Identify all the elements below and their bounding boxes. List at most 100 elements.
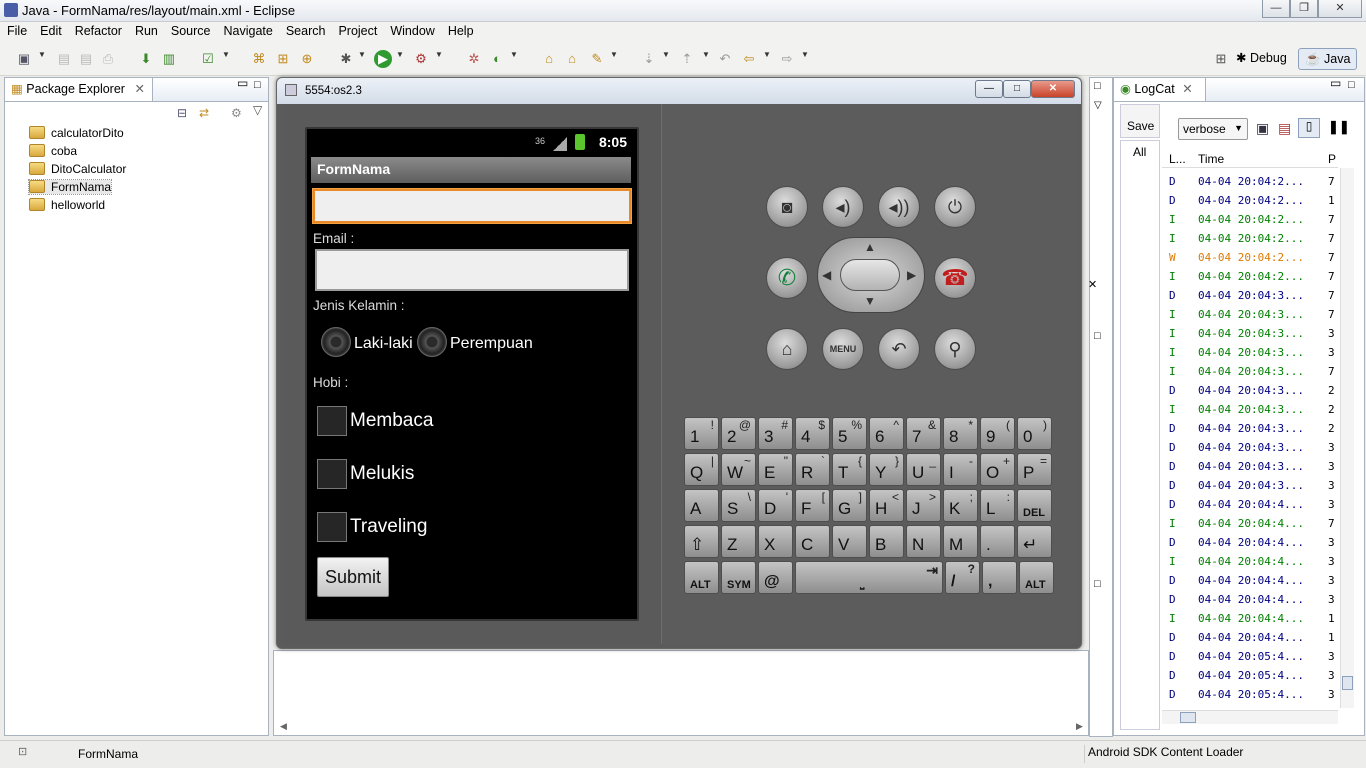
maximize-button[interactable]: ❐ xyxy=(1290,0,1318,18)
fast-view-icon[interactable]: ⊡ xyxy=(18,745,27,758)
call-button[interactable]: ✆ xyxy=(766,257,808,299)
menu-project[interactable]: Project xyxy=(331,22,383,38)
log-row[interactable]: I 04-04 20:04:3... 3 xyxy=(1162,324,1338,343)
close-icon[interactable]: ✕ xyxy=(1088,278,1097,291)
view-menu-icon[interactable]: ⚙ xyxy=(231,106,242,120)
key-3-2[interactable]: F[ xyxy=(795,489,830,522)
key-7-2[interactable]: K; xyxy=(943,489,978,522)
dpad-left-icon[interactable]: ◀ xyxy=(822,268,831,282)
new-package-icon[interactable]: ⊞ xyxy=(274,50,292,68)
key-7-0[interactable]: 8 * xyxy=(943,417,978,450)
dpad-down-icon[interactable]: ▼ xyxy=(864,294,876,308)
log-row[interactable]: I 04-04 20:04:3... 2 xyxy=(1162,400,1338,419)
new-java-project-icon[interactable]: ✲ xyxy=(465,50,483,68)
log-row[interactable]: D 04-04 20:04:3... 2 xyxy=(1162,419,1338,438)
log-row[interactable]: D 04-04 20:04:3... 3 xyxy=(1162,457,1338,476)
radio-perempuan[interactable] xyxy=(417,327,447,357)
scrollbar-thumb[interactable] xyxy=(1342,676,1353,690)
external-tools-icon[interactable]: ⚙ xyxy=(412,50,430,68)
key-5-1[interactable]: Y} xyxy=(869,453,904,486)
hscroll-thumb[interactable] xyxy=(1180,712,1196,723)
power-button[interactable]: ⏻ xyxy=(934,186,976,228)
log-row[interactable]: I 04-04 20:04:4... 1 xyxy=(1162,609,1338,628)
checkbox-melukis[interactable] xyxy=(317,459,347,489)
collapse-all-icon[interactable]: ⊟ xyxy=(177,106,187,120)
emulator-maximize-button[interactable]: □ xyxy=(1003,80,1031,98)
sdk-manager-icon[interactable]: ⬇ xyxy=(137,50,155,68)
minimize-view-icon[interactable]: ▭ xyxy=(1330,76,1341,90)
scroll-left-icon[interactable]: ◀ xyxy=(280,721,287,732)
menu-source[interactable]: Source xyxy=(164,22,217,38)
menu-button[interactable]: MENU xyxy=(822,328,864,370)
open-type-icon[interactable]: ⌘ xyxy=(250,50,268,68)
key-4-3[interactable]: V xyxy=(832,525,867,558)
next-annotation-icon[interactable]: ⇣ xyxy=(640,50,658,68)
close-button[interactable]: ✕ xyxy=(1318,0,1362,18)
search-button[interactable]: ⚲ xyxy=(934,328,976,370)
column-level[interactable]: L... xyxy=(1169,152,1186,166)
key-slash[interactable]: /? xyxy=(945,561,980,594)
log-row[interactable]: W 04-04 20:04:2... 7 xyxy=(1162,248,1338,267)
last-edit-icon[interactable]: ↶ xyxy=(716,50,734,68)
toggle-filters-icon[interactable]: ▯ xyxy=(1298,118,1320,138)
key-6-3[interactable]: N xyxy=(906,525,941,558)
log-row[interactable]: D 04-04 20:05:4... 3 xyxy=(1162,647,1338,666)
key-0-0[interactable]: 1! xyxy=(684,417,719,450)
key-1-0[interactable]: 2 @ xyxy=(721,417,756,450)
key-comma[interactable]: , xyxy=(982,561,1017,594)
new-icon[interactable]: ▣ xyxy=(15,50,33,68)
open-folder-icon[interactable]: ⌂ xyxy=(540,50,558,68)
log-row[interactable]: I 04-04 20:04:2... 7 xyxy=(1162,229,1338,248)
radio-laki-laki[interactable] xyxy=(321,327,351,357)
email-input[interactable] xyxy=(315,249,629,291)
column-pid[interactable]: P xyxy=(1328,152,1336,166)
avd-manager-icon[interactable]: ▥ xyxy=(160,50,178,68)
menu-refactor[interactable]: Refactor xyxy=(68,22,128,38)
maximize-view-icon[interactable]: □ xyxy=(254,79,261,91)
menu-edit[interactable]: Edit xyxy=(33,22,68,38)
key-5-0[interactable]: 6 ^ xyxy=(869,417,904,450)
key-4-0[interactable]: 5% xyxy=(832,417,867,450)
checkbox-membaca[interactable] xyxy=(317,406,347,436)
log-row[interactable]: D 04-04 20:04:4... 3 xyxy=(1162,590,1338,609)
log-row[interactable]: D 04-04 20:04:3... 2 xyxy=(1162,381,1338,400)
log-row[interactable]: D 04-04 20:04:3... 7 xyxy=(1162,286,1338,305)
key-alt[interactable]: ALT xyxy=(1019,561,1054,594)
key-5-2[interactable]: H < xyxy=(869,489,904,522)
pen-icon[interactable]: ✎ xyxy=(588,50,606,68)
key-sym[interactable]: SYM xyxy=(721,561,756,594)
key-9-1[interactable]: P = xyxy=(1017,453,1052,486)
back-button[interactable]: ↶ xyxy=(878,328,920,370)
open-file-icon[interactable]: ⌂ xyxy=(563,50,581,68)
log-row[interactable]: I 04-04 20:04:4... 7 xyxy=(1162,514,1338,533)
key-at[interactable]: @ xyxy=(758,561,793,594)
forward-icon[interactable]: ⇨ xyxy=(778,50,796,68)
key-9-2[interactable]: DEL xyxy=(1017,489,1052,522)
key-4-1[interactable]: T{ xyxy=(832,453,867,486)
end-call-button[interactable]: ☎ xyxy=(934,257,976,299)
dpad-up-icon[interactable]: ▲ xyxy=(864,240,876,254)
volume-down-button[interactable]: ◂) xyxy=(822,186,864,228)
log-row[interactable]: D 04-04 20:04:3... 3 xyxy=(1162,438,1338,457)
log-level-select[interactable]: verbose ▼ xyxy=(1178,118,1248,140)
perspective-java[interactable]: ☕ Java xyxy=(1298,48,1358,70)
log-hscrollbar[interactable] xyxy=(1162,710,1338,724)
key-1-2[interactable]: S \ xyxy=(721,489,756,522)
log-row[interactable]: I 04-04 20:04:3... 7 xyxy=(1162,362,1338,381)
log-scrollbar[interactable] xyxy=(1340,168,1354,708)
log-row[interactable]: D 04-04 20:04:4... 3 xyxy=(1162,533,1338,552)
print-icon[interactable]: ⎙ xyxy=(99,50,117,68)
dpad-center-button[interactable] xyxy=(840,259,900,291)
key-2-0[interactable]: 3 # xyxy=(758,417,793,450)
key-4-2[interactable]: G] xyxy=(832,489,867,522)
key-3-1[interactable]: R ` xyxy=(795,453,830,486)
key-1-3[interactable]: Z xyxy=(721,525,756,558)
tab-logcat[interactable]: ◉ LogCat ✕ xyxy=(1114,78,1206,101)
menu-help[interactable]: Help xyxy=(441,22,480,38)
maximize-view-icon[interactable]: □ xyxy=(1348,79,1355,91)
minimize-view-icon[interactable]: ▭ xyxy=(237,76,248,90)
log-row[interactable]: I 04-04 20:04:4... 3 xyxy=(1162,552,1338,571)
back-icon[interactable]: ⇦ xyxy=(740,50,758,68)
open-perspective-icon[interactable]: ⊞ xyxy=(1212,50,1230,68)
key-2-1[interactable]: E " xyxy=(758,453,793,486)
